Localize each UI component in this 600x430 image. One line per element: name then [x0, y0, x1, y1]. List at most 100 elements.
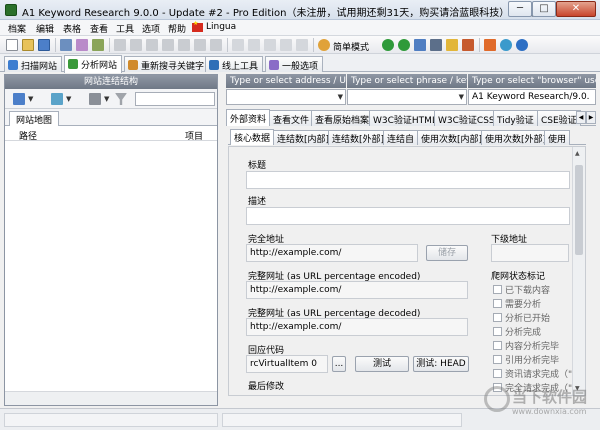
filter-icon[interactable]: [115, 93, 127, 105]
url-input[interactable]: ▼: [226, 89, 346, 105]
scroll-thumb[interactable]: [575, 165, 583, 255]
cut-icon[interactable]: [114, 39, 126, 51]
tab-sitemap[interactable]: 网站地图: [9, 111, 60, 126]
close-button[interactable]: ✕: [556, 1, 596, 17]
menu-edit[interactable]: 编辑: [36, 22, 54, 35]
flag-checkbox[interactable]: 内容分析完毕: [493, 339, 559, 352]
test-head-button[interactable]: 测试: HEAD: [413, 356, 469, 372]
tab-research-keywords[interactable]: 重新搜寻关键字: [124, 56, 210, 72]
menu-tools[interactable]: 工具: [116, 22, 134, 35]
paste-project-icon[interactable]: [76, 39, 88, 51]
save-icon[interactable]: [38, 39, 50, 51]
tab-online-tools[interactable]: 线上工具: [205, 56, 264, 72]
menu-help[interactable]: 帮助: [168, 22, 186, 35]
tab-analyze-website[interactable]: 分析网站: [64, 55, 123, 73]
tool-icon[interactable]: [462, 39, 474, 51]
back-icon[interactable]: [382, 39, 394, 51]
vertical-scrollbar[interactable]: ▲ ▼: [572, 147, 585, 395]
save-button[interactable]: 储存: [426, 245, 468, 261]
copy-project-icon[interactable]: [60, 39, 72, 51]
help-icon[interactable]: [516, 39, 528, 51]
tab-cse[interactable]: CSE验证: [537, 110, 581, 126]
tab-view-file[interactable]: 查看文件: [269, 110, 314, 126]
column-path[interactable]: 路径: [19, 129, 37, 142]
encoded-url-field[interactable]: http://example.com/: [246, 281, 468, 299]
column-items[interactable]: 项目: [185, 129, 203, 142]
flag-checkbox[interactable]: 需要分析: [493, 297, 541, 310]
scroll-up-icon[interactable]: ▲: [575, 150, 580, 157]
response-code-field[interactable]: rcVirtualItem 0: [246, 355, 328, 373]
tab-w3c-html[interactable]: W3C验证HTML: [369, 110, 441, 126]
tab-scan-website[interactable]: 扫描网站: [4, 56, 63, 72]
chevron-down-icon[interactable]: ▼: [104, 95, 109, 103]
menu-lingua[interactable]: Lingua: [206, 22, 236, 32]
home-icon[interactable]: [484, 39, 496, 51]
report-icon[interactable]: [89, 93, 101, 105]
horizontal-scrollbar[interactable]: [5, 391, 217, 405]
expand-icon[interactable]: [296, 39, 308, 51]
move-up-icon[interactable]: [232, 39, 244, 51]
more-button[interactable]: ...: [332, 356, 346, 372]
tab-links-internal[interactable]: 连结数[内部]: [273, 130, 334, 145]
replace-icon[interactable]: [210, 39, 222, 51]
browser-input[interactable]: A1 Keyword Research/9.0.: [468, 89, 596, 105]
filter-input[interactable]: [135, 92, 215, 106]
move-right-icon[interactable]: [280, 39, 292, 51]
open-folder-icon[interactable]: [22, 39, 34, 51]
globe-icon[interactable]: [500, 39, 512, 51]
test-button[interactable]: 测试: [355, 356, 409, 372]
cart-icon[interactable]: [430, 39, 442, 51]
simple-mode-icon[interactable]: [318, 39, 330, 51]
columns-icon[interactable]: [51, 93, 63, 105]
chevron-down-icon[interactable]: ▼: [459, 90, 464, 104]
flag-checkbox[interactable]: 已下载内容: [493, 283, 550, 296]
phrase-input[interactable]: ▼: [347, 89, 467, 105]
move-left-icon[interactable]: [264, 39, 276, 51]
menu-options[interactable]: 选项: [142, 22, 160, 35]
properties-icon[interactable]: [92, 39, 104, 51]
tree-view-icon[interactable]: [13, 93, 25, 105]
tab-linked-from[interactable]: 连结自: [383, 130, 419, 145]
tab-view-source[interactable]: 查看原始档案: [311, 110, 374, 126]
find-icon[interactable]: [194, 39, 206, 51]
description-field[interactable]: [246, 207, 570, 225]
flag-checkbox[interactable]: 完全请求完成（"ge: [493, 381, 583, 394]
flag-checkbox[interactable]: 分析完成: [493, 325, 541, 338]
chevron-down-icon[interactable]: ▼: [28, 95, 33, 103]
tab-w3c-css[interactable]: W3C验证CSS: [434, 110, 499, 126]
key-icon[interactable]: [446, 39, 458, 51]
tab-external-data[interactable]: 外部资料: [226, 109, 271, 126]
lower-url-field[interactable]: [491, 244, 569, 262]
copy-icon[interactable]: [130, 39, 142, 51]
decoded-url-field[interactable]: http://example.com/: [246, 318, 468, 336]
tab-usage-internal[interactable]: 使用次数[内部]: [417, 130, 487, 145]
full-url-field[interactable]: http://example.com/: [246, 244, 418, 262]
tab-tidy[interactable]: Tidy验证: [493, 110, 538, 126]
new-file-icon[interactable]: [6, 39, 18, 51]
edit-icon[interactable]: [178, 39, 190, 51]
tab-general-options[interactable]: 一般选项: [265, 56, 324, 72]
tab-usage-external[interactable]: 使用次数[外部]: [481, 130, 551, 145]
simple-mode-label[interactable]: 简单模式: [333, 40, 369, 53]
menu-table[interactable]: 表格: [63, 22, 81, 35]
menu-file[interactable]: 档案: [8, 22, 26, 35]
tab-scroll-left-icon[interactable]: ◀: [576, 111, 586, 124]
tab-core-data[interactable]: 核心数据: [230, 129, 275, 145]
chevron-down-icon[interactable]: ▼: [66, 95, 71, 103]
refresh-icon[interactable]: [414, 39, 426, 51]
paste-icon[interactable]: [146, 39, 158, 51]
delete-icon[interactable]: [162, 39, 174, 51]
minimize-button[interactable]: ─: [508, 1, 532, 17]
tab-scroll-right-icon[interactable]: ▶: [586, 111, 596, 124]
maximize-button[interactable]: □: [532, 1, 556, 17]
menu-view[interactable]: 查看: [90, 22, 108, 35]
tab-links-external[interactable]: 连结数[外部]: [328, 130, 389, 145]
move-down-icon[interactable]: [248, 39, 260, 51]
scroll-down-icon[interactable]: ▼: [575, 385, 580, 392]
flag-checkbox[interactable]: 引用分析完毕: [493, 353, 559, 366]
tab-usage[interactable]: 使用: [544, 130, 571, 145]
chevron-down-icon[interactable]: ▼: [338, 90, 343, 104]
forward-icon[interactable]: [398, 39, 410, 51]
title-field[interactable]: [246, 171, 570, 189]
flag-checkbox[interactable]: 分析已开始: [493, 311, 550, 324]
